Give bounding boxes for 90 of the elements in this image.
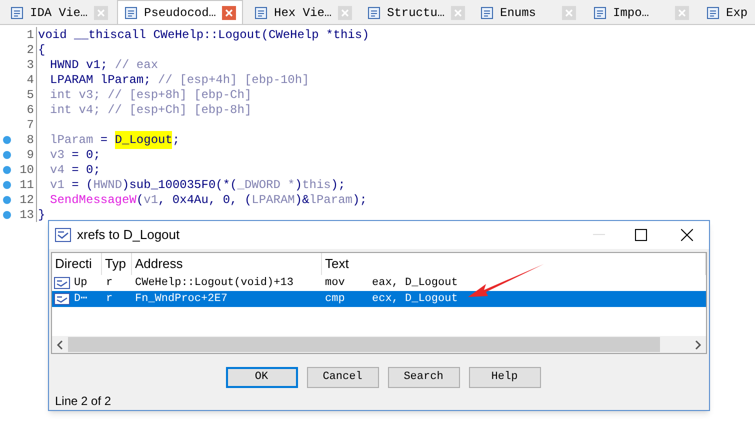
dialog-icon: [55, 228, 71, 242]
line-number: 11: [18, 176, 35, 194]
tab-icon: [706, 6, 720, 20]
dialog-button[interactable]: Help: [468, 367, 540, 388]
xref-icon: [54, 293, 70, 305]
tab-icon: [10, 6, 24, 20]
code-token: LPARAM: [252, 192, 295, 208]
code-token: // eax: [114, 56, 158, 74]
line-number: 3: [26, 56, 35, 74]
code-token: );: [352, 192, 367, 208]
line-number: 8: [26, 132, 35, 148]
table-cell-text: CWeHelp::Logout(void)+13: [134, 276, 294, 291]
line-number: 2: [26, 42, 35, 58]
xref-icon: [54, 277, 70, 289]
line-number: 9: [26, 146, 35, 164]
close-icon[interactable]: [681, 229, 693, 241]
tab[interactable]: Pseudocod…: [117, 0, 243, 24]
code-token: SendMessageW: [50, 192, 136, 208]
tab-icon: [367, 6, 381, 20]
code-token: int v4; // [esp+Ch] [ebp-8h]: [50, 102, 252, 118]
table-cell-text: r: [105, 276, 114, 291]
code-token: =: [99, 132, 109, 148]
code-token: );: [330, 176, 346, 194]
column-header[interactable]: Directi: [52, 253, 102, 275]
dialog-button[interactable]: Search: [388, 367, 460, 388]
line-number: 12: [18, 192, 35, 208]
code-token: LPARAM lParam;: [50, 72, 152, 88]
code-token: = 0;: [70, 146, 100, 164]
code-token: _DWORD *: [237, 176, 295, 194]
tab-icon: [593, 6, 607, 20]
horizontal-scrollbar[interactable]: [52, 336, 706, 353]
tab-icon: [254, 6, 268, 20]
scroll-left-icon[interactable]: [56, 340, 64, 350]
tab[interactable]: Structu…: [361, 1, 469, 24]
code-token: )sub_100035F0(*(: [122, 176, 238, 194]
code-token: lParam: [50, 132, 94, 148]
tab-icon: [124, 6, 138, 20]
table-cell-text: mov: [324, 276, 346, 291]
tab[interactable]: Impo…: [587, 1, 695, 24]
table-row[interactable]: D⋯ r Fn_WndProc+2E7 cmp ecx, D_Logout: [52, 291, 706, 307]
table-cell-text: D⋯: [74, 292, 88, 307]
code-token: = (: [70, 176, 94, 194]
dialog-button[interactable]: Cancel: [306, 367, 378, 388]
tab[interactable]: Hex Vie…: [248, 1, 356, 24]
status-text: Line 2 of 2: [55, 393, 112, 410]
code-token: = 0;: [70, 162, 100, 178]
highlighted-symbol: D_Logout: [114, 130, 172, 148]
code-token: , 0x4Au, 0, (: [158, 192, 252, 208]
tab[interactable]: IDA Vie…: [4, 1, 112, 24]
table-cell-text: Up: [74, 276, 88, 291]
code-token: )&: [294, 192, 310, 208]
table-cell-text: eax, D_Logout: [372, 276, 458, 291]
code-token: void __thiscall CWeHelp::Logout(CWeHelp *this): [38, 26, 370, 44]
dialog-button[interactable]: OK: [226, 367, 298, 388]
tab[interactable]: Exp: [700, 1, 755, 24]
scrollbar-thumb[interactable]: [68, 337, 660, 352]
dialog-title: xrefs to D_Logout: [77, 226, 181, 244]
code-token: HWND: [93, 176, 122, 194]
code-token: lParam: [309, 192, 352, 208]
code-token: ): [294, 176, 302, 194]
code-token: int v3; // [esp+8h] [ebp-Ch]: [50, 86, 252, 104]
line-number: 7: [26, 116, 35, 134]
scroll-right-icon[interactable]: [694, 340, 702, 350]
code-token: (: [136, 192, 144, 208]
maximize-icon[interactable]: [635, 229, 647, 241]
code-token: ;: [172, 132, 180, 148]
table-cell-text: Fn_WndProc+2E7: [134, 292, 228, 307]
column-header[interactable]: Address: [132, 253, 322, 275]
code-token: }: [38, 206, 46, 224]
code-token: v3: [50, 146, 64, 164]
tab-icon: [480, 6, 494, 20]
line-number: 4: [26, 72, 35, 88]
code-token: {: [38, 42, 46, 58]
column-header[interactable]: Typ: [102, 253, 132, 275]
line-number: 13: [18, 206, 35, 224]
line-number: 5: [26, 86, 35, 104]
line-number: 6: [26, 102, 35, 118]
table-cell-text: ecx, D_Logout: [372, 292, 458, 307]
code-token: // [esp+4h] [ebp-10h]: [158, 72, 310, 88]
table-cell-text: r: [105, 292, 114, 307]
code-token: this: [302, 176, 331, 194]
table-cell-text: cmp: [324, 292, 346, 307]
code-token: v1: [144, 192, 158, 208]
table-row[interactable]: Up r CWeHelp::Logout(void)+13 mov eax, D_Logout: [52, 275, 706, 291]
code-token: v1: [50, 176, 64, 194]
tab[interactable]: Enums: [474, 1, 582, 24]
line-number: 10: [18, 162, 35, 178]
code-token: HWND v1;: [50, 56, 109, 74]
line-number: 1: [26, 26, 35, 44]
code-token: v4: [50, 162, 64, 178]
